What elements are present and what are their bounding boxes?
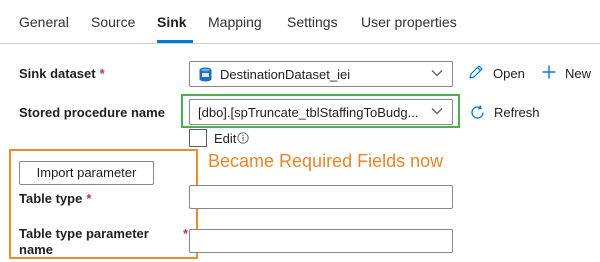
sql-dataset-icon xyxy=(199,67,212,82)
table-type-parameter-label-line1: Table type parameter xyxy=(19,226,149,241)
chevron-down-icon xyxy=(431,108,443,115)
plus-icon[interactable] xyxy=(541,64,557,80)
required-asterisk: * xyxy=(99,66,105,81)
tab-user-properties[interactable]: User properties xyxy=(361,14,457,30)
import-parameter-button[interactable]: Import parameter xyxy=(19,161,154,185)
table-type-label: Table type * xyxy=(19,191,91,206)
required-asterisk: * xyxy=(183,226,189,241)
table-type-input[interactable] xyxy=(189,185,453,209)
table-type-parameter-input[interactable] xyxy=(189,229,453,253)
pencil-icon[interactable] xyxy=(468,64,484,80)
sink-dataset-label: Sink dataset * xyxy=(19,66,105,81)
tab-general[interactable]: General xyxy=(19,14,69,30)
edit-checkbox[interactable] xyxy=(189,129,207,147)
tab-settings[interactable]: Settings xyxy=(287,14,338,30)
tab-bar: General Source Sink Mapping Settings Use… xyxy=(0,0,600,44)
sink-dataset-select[interactable]: DestinationDataset_iei xyxy=(189,61,453,87)
info-icon[interactable] xyxy=(237,132,249,144)
required-asterisk: * xyxy=(86,191,92,206)
tab-sink[interactable]: Sink xyxy=(157,14,187,30)
sink-dataset-label-text: Sink dataset xyxy=(19,66,96,81)
annotation-text: Became Required Fields now xyxy=(208,151,444,171)
refresh-button[interactable]: Refresh xyxy=(494,105,540,120)
tab-source[interactable]: Source xyxy=(91,14,135,30)
active-tab-indicator xyxy=(157,40,193,43)
open-button[interactable]: Open xyxy=(493,66,525,81)
table-type-label-text: Table type xyxy=(19,191,83,206)
tab-mapping[interactable]: Mapping xyxy=(208,14,262,30)
edit-label: Edit xyxy=(214,131,237,146)
stored-procedure-value: [dbo].[spTruncate_tblStaffingToBudg... xyxy=(198,105,419,120)
table-type-parameter-label-line2: name xyxy=(19,242,53,257)
sink-dataset-value: DestinationDataset_iei xyxy=(220,67,351,82)
stored-procedure-select[interactable]: [dbo].[spTruncate_tblStaffingToBudg... xyxy=(189,99,453,125)
chevron-down-icon xyxy=(431,70,443,77)
new-button[interactable]: New xyxy=(565,66,591,81)
stored-procedure-label: Stored procedure name xyxy=(19,105,165,120)
table-type-parameter-label: Table type parameter name xyxy=(19,226,149,258)
refresh-icon[interactable] xyxy=(469,104,486,121)
